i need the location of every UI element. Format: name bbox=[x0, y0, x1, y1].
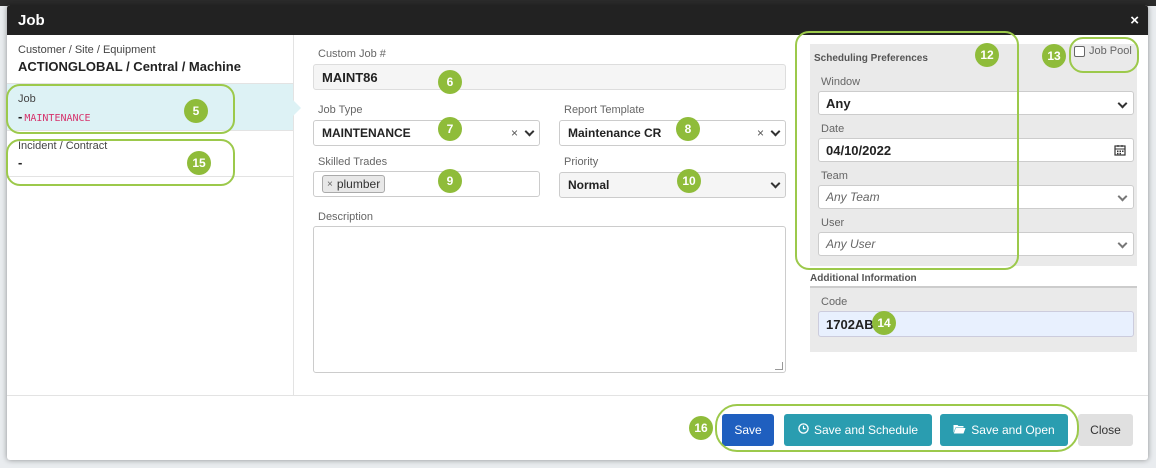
right-panel: Scheduling Preferences Window Any Date 0… bbox=[784, 35, 1147, 395]
annotation-badge: 12 bbox=[975, 43, 999, 67]
folder-open-icon bbox=[953, 424, 966, 437]
dialog-title: Job bbox=[18, 11, 45, 29]
code-label: Code bbox=[821, 296, 848, 308]
job-label: Job bbox=[18, 93, 36, 105]
job-form: Custom Job # MAINT86 Job Type MAINTENANC… bbox=[294, 35, 786, 395]
chevron-down-icon[interactable] bbox=[770, 126, 781, 137]
annotation-badge: 9 bbox=[438, 169, 462, 193]
report-template-controls: × bbox=[757, 126, 781, 140]
job-pool-checkbox[interactable]: Job Pool bbox=[1074, 45, 1132, 57]
custom-job-label: Custom Job # bbox=[318, 48, 386, 60]
additional-information: Code 1702AB bbox=[810, 286, 1137, 352]
chevron-down-icon bbox=[1111, 97, 1128, 112]
date-input[interactable]: 04/10/2022 bbox=[818, 138, 1134, 162]
job-type-label: Job Type bbox=[318, 104, 363, 116]
job-type-value: MAINTENANCE bbox=[322, 126, 411, 140]
priority-label: Priority bbox=[564, 156, 599, 168]
team-label: Team bbox=[821, 170, 848, 182]
annotation-badge: 6 bbox=[438, 70, 462, 94]
team-select[interactable]: Any Team bbox=[818, 185, 1134, 209]
job-dialog: Job × Customer / Site / Equipment ACTION… bbox=[7, 5, 1148, 460]
job-value: - MAINTENANCE bbox=[18, 109, 282, 124]
checkbox-icon[interactable] bbox=[1074, 45, 1085, 57]
window-label: Window bbox=[821, 76, 861, 88]
job-type-select[interactable]: MAINTENANCE × bbox=[313, 120, 540, 146]
custom-job-input[interactable]: MAINT86 bbox=[313, 64, 786, 90]
window-select[interactable]: Any bbox=[818, 91, 1134, 115]
left-panel: Customer / Site / Equipment ACTIONGLOBAL… bbox=[7, 35, 301, 395]
chevron-down-icon[interactable] bbox=[770, 178, 781, 189]
additional-info-title: Additional Information bbox=[810, 273, 917, 284]
priority-controls bbox=[764, 178, 781, 192]
clear-icon[interactable]: × bbox=[757, 126, 764, 140]
annotation-badge: 8 bbox=[676, 117, 700, 141]
annotation-badge: 5 bbox=[184, 99, 208, 123]
report-template-label: Report Template bbox=[564, 104, 645, 116]
date-value: 04/10/2022 bbox=[826, 142, 892, 158]
skilled-trades-input[interactable]: × plumber bbox=[313, 171, 540, 197]
code-input[interactable]: 1702AB bbox=[818, 311, 1134, 337]
date-label: Date bbox=[821, 123, 845, 135]
trade-tag-label: plumber bbox=[336, 177, 381, 191]
calendar-icon[interactable] bbox=[1114, 144, 1126, 159]
incident-label: Incident / Contract bbox=[18, 140, 108, 152]
close-button[interactable]: Close bbox=[1078, 414, 1133, 446]
save-and-schedule-label: Save and Schedule bbox=[813, 423, 919, 437]
trade-tag: × plumber bbox=[322, 175, 386, 193]
report-template-value: Maintenance CR bbox=[568, 126, 662, 140]
dialog-body: Customer / Site / Equipment ACTIONGLOBAL… bbox=[7, 35, 1148, 395]
save-button[interactable]: Save bbox=[722, 414, 774, 446]
resize-handle-icon[interactable] bbox=[775, 362, 783, 370]
close-label: Close bbox=[1090, 423, 1121, 437]
job-type-controls: × bbox=[511, 126, 535, 140]
priority-value: Normal bbox=[568, 178, 610, 192]
annotation-badge: 16 bbox=[689, 416, 713, 440]
clear-icon[interactable]: × bbox=[511, 126, 518, 140]
job-nav-item[interactable]: Job - MAINTENANCE bbox=[7, 84, 301, 131]
team-placeholder: Any Team bbox=[826, 190, 880, 204]
chevron-down-icon bbox=[1111, 191, 1128, 205]
report-template-select[interactable]: Maintenance CR × bbox=[559, 120, 786, 146]
annotation-badge: 10 bbox=[677, 169, 701, 193]
priority-select[interactable]: Normal bbox=[559, 172, 786, 198]
incident-value: - bbox=[18, 155, 23, 170]
user-label: User bbox=[821, 217, 845, 229]
dialog-footer: Save Save and Schedule Save and Open Clo… bbox=[7, 395, 1148, 460]
user-select[interactable]: Any User bbox=[818, 232, 1134, 256]
chevron-down-icon bbox=[1111, 238, 1128, 252]
save-and-open-label: Save and Open bbox=[971, 423, 1055, 437]
save-and-schedule-button[interactable]: Save and Schedule bbox=[784, 414, 932, 446]
save-and-open-button[interactable]: Save and Open bbox=[940, 414, 1068, 446]
dialog-header: Job × bbox=[7, 5, 1148, 35]
description-label: Description bbox=[318, 211, 374, 223]
cse-value: ACTIONGLOBAL / Central / Machine bbox=[18, 59, 241, 74]
cse-label: Customer / Site / Equipment bbox=[18, 44, 156, 56]
description-textarea[interactable] bbox=[313, 226, 786, 373]
user-placeholder: Any User bbox=[826, 237, 876, 251]
annotation-badge: 7 bbox=[438, 117, 462, 141]
annotation-badge: 13 bbox=[1042, 44, 1066, 68]
skilled-trades-label: Skilled Trades bbox=[318, 156, 388, 168]
close-icon[interactable]: × bbox=[1130, 12, 1139, 29]
clock-icon bbox=[798, 423, 809, 437]
save-label: Save bbox=[734, 423, 762, 437]
incident-contract-nav-item[interactable]: Incident / Contract - bbox=[7, 131, 293, 177]
customer-site-equipment[interactable]: Customer / Site / Equipment ACTIONGLOBAL… bbox=[7, 35, 293, 84]
scheduling-preferences: Scheduling Preferences Window Any Date 0… bbox=[810, 44, 1137, 266]
window-value: Any bbox=[826, 95, 851, 111]
job-pool-label: Job Pool bbox=[1089, 45, 1132, 57]
annotation-badge: 15 bbox=[187, 151, 211, 175]
annotation-badge: 14 bbox=[872, 311, 896, 335]
chevron-down-icon[interactable] bbox=[524, 126, 535, 137]
job-value-text: MAINTENANCE bbox=[24, 113, 91, 124]
remove-tag-icon[interactable]: × bbox=[327, 179, 333, 190]
job-dash: - bbox=[18, 109, 23, 124]
